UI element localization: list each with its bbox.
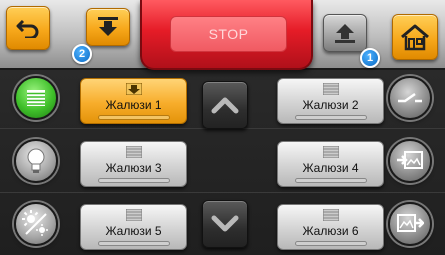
stop-button[interactable]: STOP (170, 16, 287, 52)
scroll-up-button[interactable] (202, 81, 248, 129)
switch-icon (398, 92, 422, 103)
chevron-down-icon (211, 215, 239, 232)
blind-5-button[interactable]: Жалюзи 5 (80, 204, 187, 250)
image-out-icon (397, 214, 424, 232)
home-button[interactable] (392, 14, 438, 60)
back-arrow-icon (16, 19, 39, 38)
chevron-up-icon (211, 97, 239, 114)
blind-2-button[interactable]: Жалюзи 2 (277, 78, 384, 124)
blinds-mode-button[interactable] (14, 76, 58, 120)
blinds-small-icon (126, 146, 142, 158)
switch-mode-button[interactable] (388, 76, 432, 120)
scroll-down-button[interactable] (202, 200, 248, 248)
blind-4-button[interactable]: Жалюзи 4 (277, 141, 384, 187)
badge-1: 1 (360, 48, 380, 68)
arrow-down-icon (98, 17, 118, 36)
blind-2-slot (295, 115, 367, 120)
blind-3-label: Жалюзи 3 (105, 161, 162, 175)
move-down-button[interactable] (86, 8, 130, 46)
lighting-mode-button[interactable] (14, 139, 58, 183)
move-up-button[interactable] (323, 14, 367, 52)
back-button[interactable] (6, 6, 50, 50)
blind-6-button[interactable]: Жалюзи 6 (277, 204, 384, 250)
blinds-small-icon (323, 209, 339, 221)
blind-2-label: Жалюзи 2 (302, 98, 359, 112)
home-icon (401, 24, 429, 51)
blind-5-slot (98, 241, 170, 246)
blinds-icon (27, 90, 45, 106)
blinds-small-icon (323, 83, 339, 95)
arrow-down-icon (126, 83, 142, 95)
blind-4-slot (295, 178, 367, 183)
blind-5-label: Жалюзи 5 (105, 224, 162, 238)
dimmer-mode-button[interactable] (14, 202, 58, 246)
blind-4-label: Жалюзи 4 (302, 161, 359, 175)
blind-3-button[interactable]: Жалюзи 3 (80, 141, 187, 187)
badge-2: 2 (72, 44, 92, 64)
blind-1-label: Жалюзи 1 (105, 98, 162, 112)
blind-3-slot (98, 178, 170, 183)
blind-1-button[interactable]: Жалюзи 1 (80, 78, 187, 124)
blinds-small-icon (323, 146, 339, 158)
blinds-small-icon (126, 209, 142, 221)
arrow-up-icon (335, 24, 355, 43)
sun-dimmer-icon (22, 210, 48, 236)
blind-1-slot (98, 115, 170, 120)
image-in-icon (397, 151, 423, 169)
stop-panel: STOP (140, 0, 313, 70)
top-bar: STOP 2 1 (0, 0, 445, 70)
blinds-control-screen: STOP 2 1 Жалюзи 1 Жалюзи 2 Жалюзи 3 Жалю… (0, 0, 445, 255)
blind-6-label: Жалюзи 6 (302, 224, 359, 238)
image-in-button[interactable] (388, 139, 432, 183)
blind-6-slot (295, 241, 367, 246)
bulb-icon (27, 148, 45, 173)
image-out-button[interactable] (388, 202, 432, 246)
